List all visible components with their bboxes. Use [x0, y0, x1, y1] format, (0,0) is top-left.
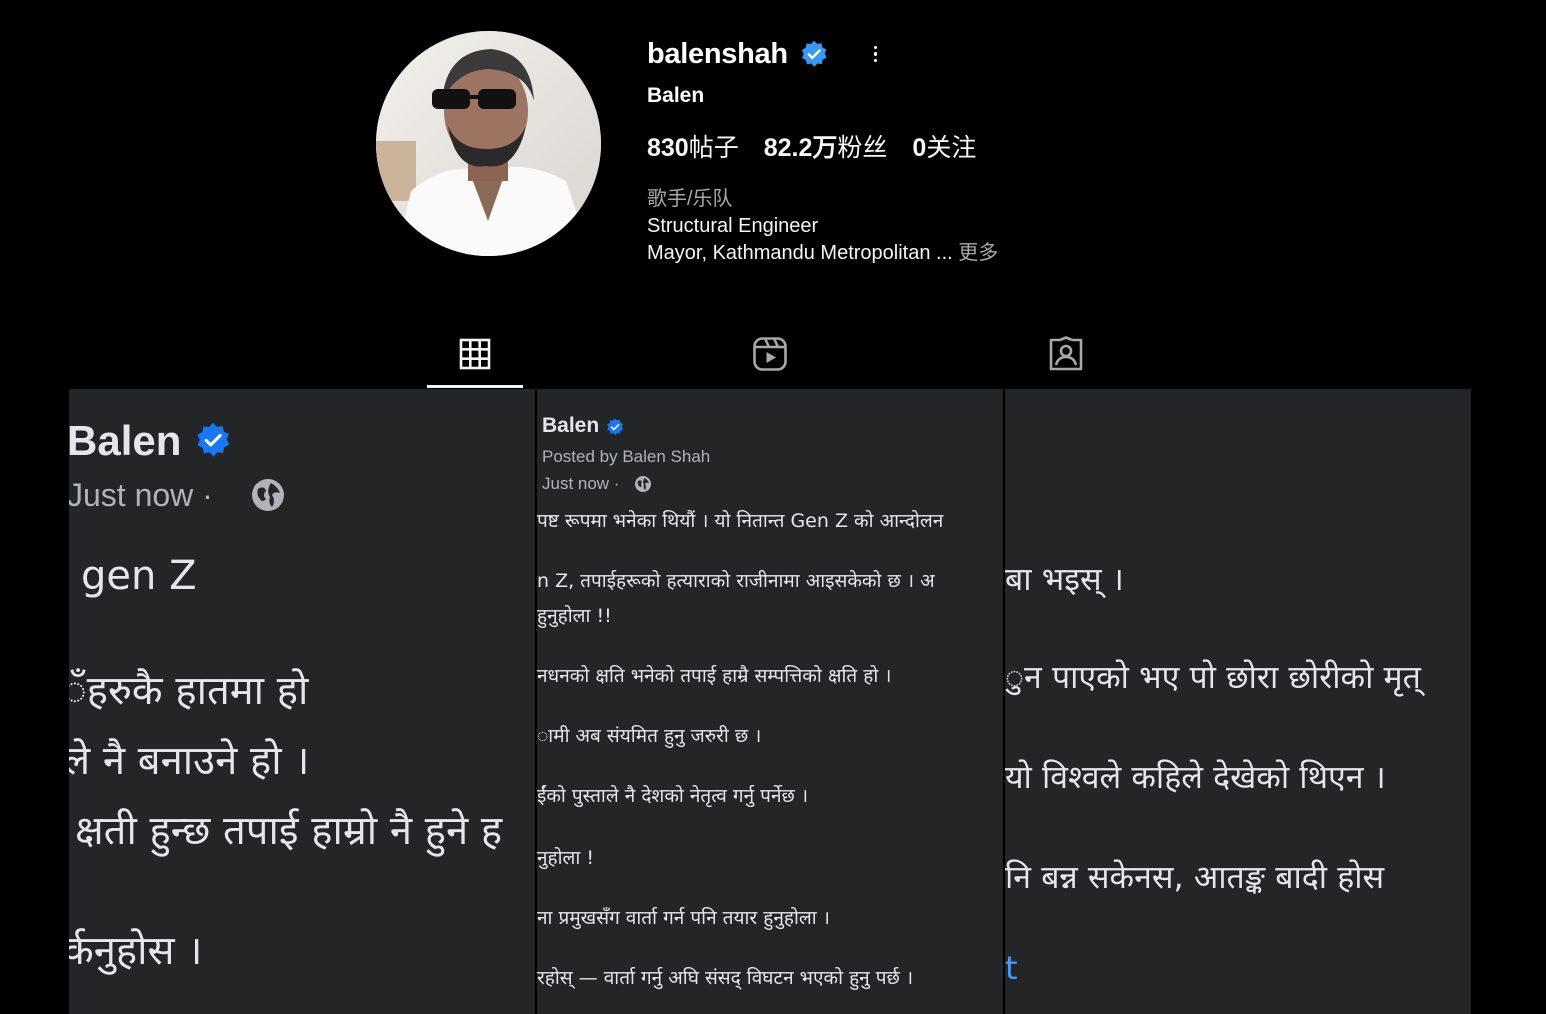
post-thumbnail-2[interactable]: Balen Posted by Balen Shah Just now · पष…	[537, 389, 1003, 1014]
post-text-line: n Z, तपाईहरूको हत्याराको राजीनामा आइसकेक…	[537, 570, 935, 592]
profile-tabs	[0, 320, 1546, 390]
verified-badge-icon	[800, 40, 828, 68]
tab-tagged[interactable]	[1018, 320, 1114, 388]
profile-stats: 830帖子 82.2万粉丝 0关注	[647, 128, 1001, 164]
bio-more-link[interactable]: 更多	[958, 242, 998, 264]
profile-category: 歌手/乐队	[647, 188, 733, 210]
verified-badge-icon	[607, 418, 624, 436]
post-text-line: क्षती हुन्छ तपाई हाम्रो नै हुने ह	[75, 808, 503, 854]
stat-posts[interactable]: 830帖子	[647, 128, 739, 164]
post-text-line: ईंको पुस्ताले नै देशको नेतृत्व गर्नु पर्…	[537, 785, 809, 807]
post-thumbnail-3[interactable]: बा भइस् । ुन पाएको भए पो छोरा छोरीको मृत…	[1005, 389, 1471, 1014]
post-text-line: gen Z	[81, 553, 197, 599]
post-author-name: Balen	[542, 414, 600, 437]
post-text-line: नुहोला !	[537, 847, 595, 869]
tab-posts[interactable]	[427, 320, 523, 388]
username-row: balenshah	[647, 34, 1001, 74]
globe-icon	[635, 476, 651, 492]
post-text-line: र्कनुहोस ।	[69, 928, 203, 974]
post-posted-by: Posted by Balen Shah	[542, 447, 711, 466]
bio-line-1: Structural Engineer	[647, 215, 819, 237]
tagged-icon	[1049, 336, 1083, 371]
post-text-line: ुन पाएको भए पो छोरा छोरीको मृत्	[1005, 658, 1421, 696]
post-link-fragment: t	[1005, 949, 1018, 987]
full-name: Balen	[647, 84, 705, 107]
post-text-line: ले नै बनाउने हो ।	[69, 738, 310, 784]
post-thumbnail-1[interactable]: Balen Just now · gen Z ँहरुकै हातमा हो ल…	[69, 389, 535, 1014]
profile-avatar[interactable]	[376, 31, 601, 256]
profile-info: balenshah Balen 830帖子 82.2万粉丝 0关注 歌手/乐队 …	[647, 34, 1001, 267]
post-grid: Balen Just now · gen Z ँहरुकै हातमा हो ल…	[69, 389, 1471, 1014]
stat-followers[interactable]: 82.2万粉丝	[764, 128, 888, 164]
post-text-line: यो विश्वले कहिले देखेको थिएन ।	[1005, 758, 1386, 796]
post-text-line: ामी अब संयमित हुनु जरुरी छ ।	[537, 725, 762, 747]
post-text-line: रहोस् — वार्ता गर्नु अघि संसद् विघटन भएक…	[537, 967, 914, 989]
verified-badge-icon	[197, 422, 230, 457]
grid-icon	[459, 338, 491, 370]
reels-icon	[753, 337, 787, 371]
avatar-photo	[376, 31, 601, 256]
username[interactable]: balenshah	[647, 38, 788, 71]
post-text-line: नधनको क्षति भनेको तपाई हाम्रै सम्पत्तिको…	[537, 665, 892, 687]
post-time: Just now ·	[542, 474, 620, 493]
post-text-line: नि बन्न सकेनस, आतङ्क बादी होस	[1005, 858, 1385, 896]
post-time: Just now ·	[69, 477, 213, 513]
stat-following[interactable]: 0关注	[912, 128, 976, 164]
bio-line-2: Mayor, Kathmandu Metropolitan ... 更多	[647, 242, 999, 264]
post-text-line: हुनुहोला !!	[537, 605, 612, 627]
tab-reels[interactable]	[722, 320, 818, 388]
post-text-line: पष्ट रूपमा भनेका थियौं । यो नितान्त Gen …	[537, 510, 944, 532]
post-text-line: ना प्रमुखसँग वार्ता गर्न पनि तयार हुनुहो…	[537, 907, 830, 929]
post-author-name: Balen	[69, 417, 182, 464]
more-options-icon[interactable]	[866, 42, 886, 66]
post-text-line: बा भइस् ।	[1005, 560, 1124, 598]
globe-icon	[252, 479, 284, 511]
post-text-line: ँहरुकै हातमा हो	[69, 668, 309, 714]
